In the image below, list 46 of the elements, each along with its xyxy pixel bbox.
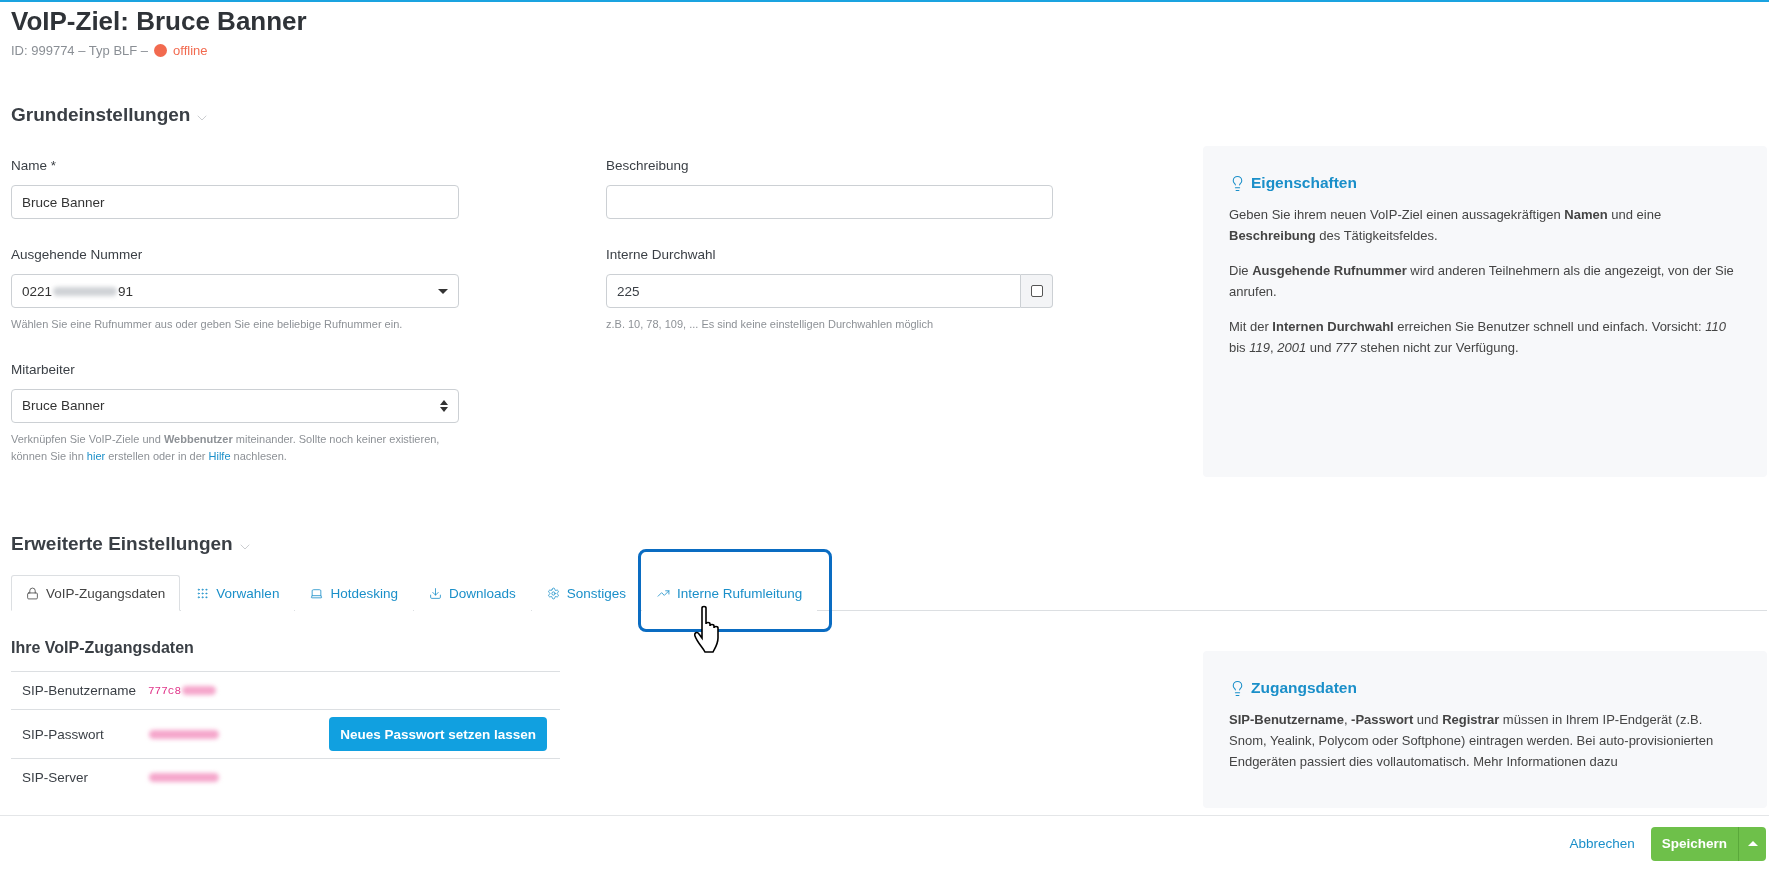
employee-select[interactable]: Bruce Banner: [11, 388, 459, 423]
field-hint: z.B. 10, 78, 109, ... Es sind keine einstelligen Durchwahlen möglich: [606, 317, 935, 332]
field-label: Ausgehende Nummer: [11, 247, 144, 262]
row-label: SIP-Passwort: [22, 726, 105, 742]
field-label: Name *: [11, 158, 57, 173]
page-title: VoIP-Ziel: Bruce Banner: [11, 6, 308, 37]
save-button[interactable]: Speichern: [1650, 826, 1738, 861]
info-text: Mit der Internen Durchwahl erreichen Sie Benutzer schnell und einfach. Vorsicht: 110 bis 119, 2001 und 777 stehen nicht zur Verfügung.: [1229, 318, 1727, 357]
credential-value: [148, 773, 220, 782]
checkbox[interactable]: [1030, 285, 1043, 297]
caret-icon: [438, 288, 448, 294]
status-text: offline: [173, 43, 208, 58]
field-label: Interne Durchwahl: [606, 247, 717, 262]
text-field[interactable]: Bruce Banner: [11, 185, 459, 219]
field-label: Mitarbeiter: [11, 361, 76, 377]
text-field[interactable]: [606, 185, 1053, 219]
section-title: Grundeinstellungen: [11, 104, 191, 126]
credential-value: 777c8: [148, 684, 217, 697]
info-text: SIP-Benutzername, -Passwort und Registrar müssen in Ihrem IP-Endgerät (z.B. Snom, Yealink, Polycom oder Softphone) eintragen werden. Bei auto-provisionierten Endgeräten passiert dies vollautomatisch. Mehr Informationen dazu: [1229, 711, 1715, 771]
meta-text: ID: 999774 – Typ BLF –: [11, 43, 149, 58]
save-options-button[interactable]: [1738, 826, 1766, 861]
extension-field[interactable]: 225: [606, 274, 1021, 308]
panel-title: Eigenschaften: [1251, 174, 1357, 192]
field-label: Beschreibung: [606, 158, 690, 173]
info-text: Die Ausgehende Rufnummer wird anderen Teilnehmern als die angezeigt, von der Sie anrufen.: [1229, 262, 1735, 301]
reset-password-button[interactable]: Neues Passwort setzen lassen: [329, 717, 547, 751]
help-link[interactable]: hier: [86, 450, 106, 463]
lock-icon: [26, 586, 39, 600]
settings-icon: [546, 586, 560, 600]
tab[interactable]: VoIP-Zugangsdaten: [11, 575, 181, 611]
section-title: Erweiterte Einstellungen: [11, 533, 233, 555]
download-icon: [428, 586, 442, 600]
row-label: SIP-Benutzername: [22, 683, 138, 698]
laptop-icon: [310, 586, 324, 600]
field-hint: Wählen Sie eine Rufnummer aus oder geben Sie eine beliebige Rufnummer ein.: [11, 317, 404, 332]
info-text: Geben Sie ihrem neuen VoIP-Ziel einen aussagekräftigen Namen und eine Beschreibung des Tätigkeitsfeldes.: [1229, 206, 1663, 245]
cancel-link[interactable]: Abbrechen: [1569, 836, 1635, 851]
panel-title: Zugangsdaten: [1251, 679, 1357, 697]
field-hint: Verknüpfen Sie VoIP-Ziele und Webbenutzer miteinander. Sollte noch keiner existieren, können Sie ihn hier erstellen oder in der Hilfe nachlesen.: [11, 431, 441, 465]
credential-value: [148, 729, 220, 739]
help-link[interactable]: Hilfe: [208, 450, 231, 463]
dialpad-icon: [196, 586, 210, 600]
number-dropdown[interactable]: 0221 91: [11, 274, 459, 308]
sort-arrows-icon: [440, 399, 448, 412]
row-label: SIP-Server: [22, 770, 90, 785]
subsection-title: Ihre VoIP-Zugangsdaten: [11, 639, 195, 657]
